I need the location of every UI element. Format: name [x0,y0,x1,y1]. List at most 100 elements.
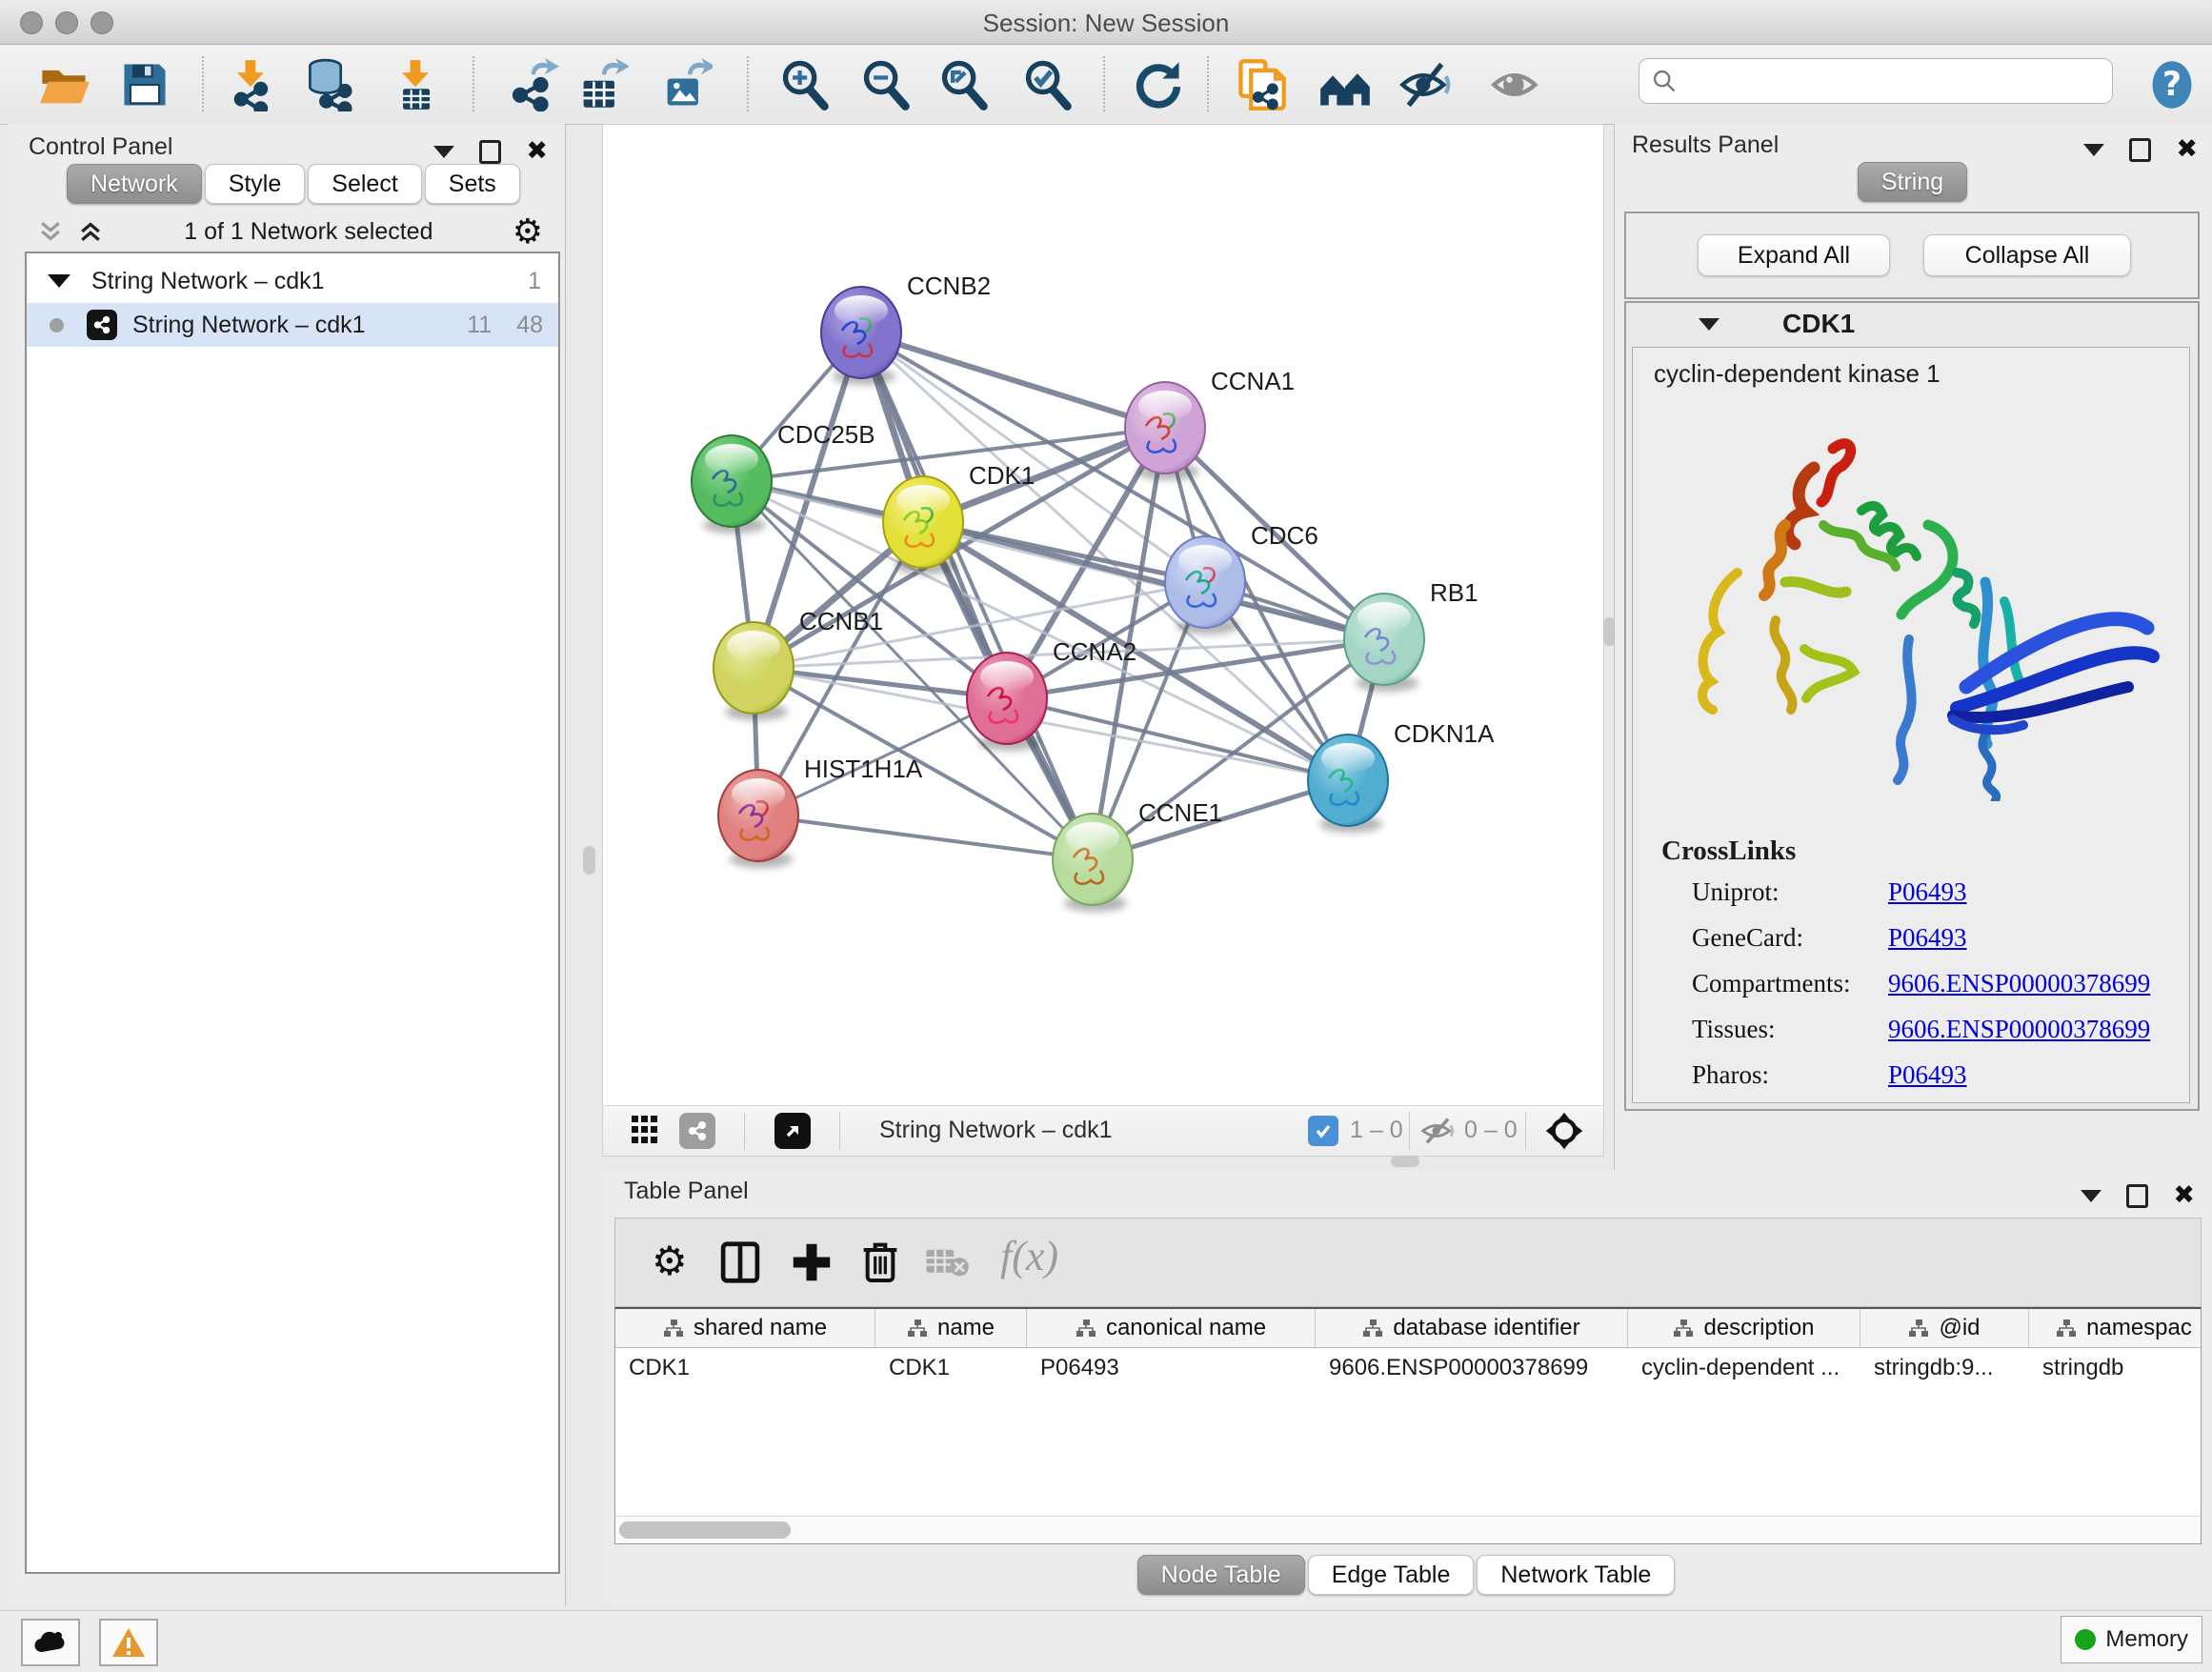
protein-card-body: cyclin-dependent kinase 1 [1632,347,2190,1103]
network-node-CCNE1[interactable]: CCNE1 [1053,798,1222,912]
crosslink-link[interactable]: 9606.ENSP00000378699 [1888,969,2150,998]
search-input[interactable] [1678,67,2081,95]
navigate-crosshair-icon[interactable] [1544,1111,1584,1151]
birdseye-view-button[interactable] [774,1113,811,1149]
column-header-namespac[interactable]: namespac [2029,1309,2202,1347]
node-label: HIST1H1A [804,755,923,783]
network-collection-row[interactable]: String Network – cdk1 1 [27,259,558,303]
node-table-grid[interactable]: shared namenamecanonical namedatabase id… [614,1307,2202,1544]
import-table-file-button[interactable] [385,54,446,115]
collection-count: 1 [528,268,541,295]
table-row[interactable]: CDK1CDK1P064939606.ENSP00000378699cyclin… [615,1348,2201,1388]
scrollbar-thumb[interactable] [619,1521,791,1539]
panel-float-icon[interactable] [2129,138,2151,162]
panel-float-icon[interactable] [479,140,501,164]
show-panels-button[interactable] [1486,54,1547,115]
table-settings-gear-icon[interactable]: ⚙ [652,1238,688,1284]
network-row[interactable]: String Network – cdk1 11 48 [27,303,558,347]
panel-close-icon[interactable]: ✖ [2176,140,2198,159]
tab-node-table[interactable]: Node Table [1137,1555,1305,1595]
network-node-RB1[interactable]: RB1 [1344,578,1478,692]
crosslink-row: Pharos:P06493 [1692,1060,2168,1090]
arrow-up-right-icon [781,1119,804,1142]
toolbar-search[interactable] [1639,58,2113,104]
panel-menu-icon[interactable] [2081,1190,2101,1202]
refresh-icon [1132,58,1185,111]
zoom-in-button[interactable] [774,54,835,115]
add-column-icon[interactable] [791,1241,833,1283]
refresh-button[interactable] [1128,54,1189,115]
panel-close-icon[interactable]: ✖ [526,142,548,161]
column-header-database-identifier[interactable]: database identifier [1316,1309,1628,1347]
tab-style[interactable]: Style [205,164,306,204]
export-table-button[interactable] [572,54,633,115]
gear-icon[interactable]: ⚙ [513,212,543,252]
network-canvas[interactable]: CCNB2CCNA1CDC25BCDK1CDC6RB1CCNB1CCNA2CDK… [602,124,1604,1107]
collapse-all-icon[interactable] [36,217,65,246]
save-session-button[interactable] [114,54,175,115]
protein-structure-image [1671,411,2166,801]
tab-network[interactable]: Network [67,164,202,204]
network-node-HIST1H1A[interactable]: HIST1H1A [718,755,923,868]
column-header-name[interactable]: name [875,1309,1027,1347]
cloud-status-button[interactable] [21,1619,80,1666]
column-header-canonical-name[interactable]: canonical name [1027,1309,1316,1347]
network-edge[interactable] [758,816,1093,859]
table-horizontal-scrollbar[interactable] [615,1516,2201,1543]
grid-view-button[interactable] [632,1116,664,1151]
column-header-shared-name[interactable]: shared name [615,1309,875,1347]
delete-column-trash-icon[interactable] [861,1239,899,1283]
table-header-row: shared namenamecanonical namedatabase id… [615,1309,2201,1348]
protein-card-header[interactable]: CDK1 [1626,303,2198,345]
zoom-fit-button[interactable] [934,54,995,115]
expand-all-icon[interactable] [76,217,105,246]
export-image-icon [659,58,713,111]
zoom-selected-button[interactable] [1017,54,1078,115]
column-header-description[interactable]: description [1628,1309,1860,1347]
open-session-button[interactable] [34,54,95,115]
network-label: String Network – cdk1 [132,312,366,339]
network-node-CDC25B[interactable]: CDC25B [692,420,875,534]
import-network-file-button[interactable] [221,54,282,115]
panel-float-icon[interactable] [2126,1184,2148,1208]
tree-expand-icon[interactable] [48,274,70,288]
expand-all-button[interactable]: Expand All [1698,234,1890,276]
network-node-CCNA1[interactable]: CCNA1 [1125,367,1295,480]
tab-sets[interactable]: Sets [425,164,520,204]
import-network-database-button[interactable] [301,54,362,115]
panel-menu-icon[interactable] [433,146,454,158]
panel-close-icon[interactable]: ✖ [2173,1186,2195,1205]
string-documents-button[interactable] [1231,54,1292,115]
left-splitter-handle[interactable] [583,846,595,875]
crosslinks-title: CrossLinks [1661,836,1796,867]
tab-edge-table[interactable]: Edge Table [1308,1555,1475,1595]
network-icon-button[interactable] [679,1113,715,1149]
export-image-button[interactable] [655,54,716,115]
tab-select[interactable]: Select [308,164,421,204]
columns-icon[interactable] [720,1241,760,1283]
home-button[interactable] [1315,54,1376,115]
tab-network-table[interactable]: Network Table [1477,1555,1675,1595]
network-node-CDKN1A[interactable]: CDKN1A [1308,719,1495,833]
network-edge[interactable] [861,332,1165,428]
protein-description: cyclin-dependent kinase 1 [1654,359,1941,389]
table-panel: Table Panel ✖ ⚙ f(x) shared namenamecano… [603,1170,2212,1606]
hide-panels-button[interactable] [1395,54,1456,115]
memory-button[interactable]: Memory [2061,1616,2202,1663]
collapse-section-icon[interactable] [1699,318,1719,331]
crosslink-link[interactable]: P06493 [1888,923,1967,953]
warnings-button[interactable] [99,1619,158,1666]
crosslink-link[interactable]: 9606.ENSP00000378699 [1888,1015,2150,1044]
collapse-all-button[interactable]: Collapse All [1923,234,2131,276]
crosslink-link[interactable]: P06493 [1888,1060,1967,1090]
string-network-icon [87,310,117,340]
selected-checkbox[interactable] [1308,1116,1338,1146]
crosslink-link[interactable]: P06493 [1888,877,1967,907]
help-button[interactable]: ? [2142,54,2202,115]
column-header--id[interactable]: @id [1860,1309,2029,1347]
export-network-button[interactable] [503,54,564,115]
panel-menu-icon[interactable] [2083,144,2104,156]
horizontal-splitter-handle[interactable] [1391,1156,1419,1167]
tab-string[interactable]: String [1858,162,1967,202]
zoom-out-button[interactable] [855,54,916,115]
